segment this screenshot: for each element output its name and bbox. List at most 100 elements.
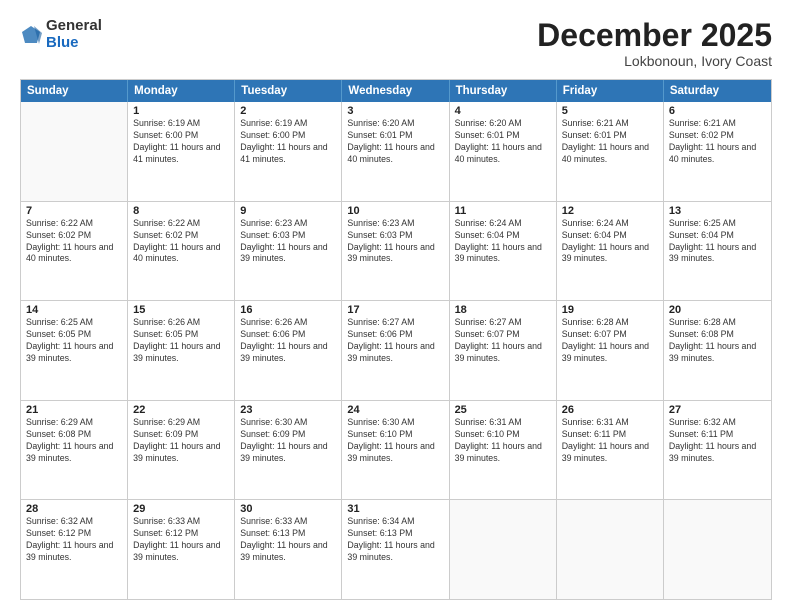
calendar-cell: 4Sunrise: 6:20 AM Sunset: 6:01 PM Daylig… <box>450 102 557 201</box>
day-number: 25 <box>455 404 551 416</box>
cell-info: Sunrise: 6:29 AM Sunset: 6:09 PM Dayligh… <box>133 417 229 465</box>
calendar-day-header: Sunday <box>21 80 128 102</box>
cell-info: Sunrise: 6:23 AM Sunset: 6:03 PM Dayligh… <box>240 218 336 266</box>
cell-info: Sunrise: 6:31 AM Sunset: 6:11 PM Dayligh… <box>562 417 658 465</box>
cell-info: Sunrise: 6:32 AM Sunset: 6:11 PM Dayligh… <box>669 417 766 465</box>
day-number: 19 <box>562 304 658 316</box>
calendar-cell: 21Sunrise: 6:29 AM Sunset: 6:08 PM Dayli… <box>21 401 128 500</box>
cell-info: Sunrise: 6:24 AM Sunset: 6:04 PM Dayligh… <box>562 218 658 266</box>
calendar-cell: 10Sunrise: 6:23 AM Sunset: 6:03 PM Dayli… <box>342 202 449 301</box>
calendar-cell: 16Sunrise: 6:26 AM Sunset: 6:06 PM Dayli… <box>235 301 342 400</box>
day-number: 8 <box>133 205 229 217</box>
calendar: SundayMondayTuesdayWednesdayThursdayFrid… <box>20 79 772 600</box>
calendar-cell: 26Sunrise: 6:31 AM Sunset: 6:11 PM Dayli… <box>557 401 664 500</box>
cell-info: Sunrise: 6:27 AM Sunset: 6:07 PM Dayligh… <box>455 317 551 365</box>
cell-info: Sunrise: 6:32 AM Sunset: 6:12 PM Dayligh… <box>26 516 122 564</box>
day-number: 6 <box>669 105 766 117</box>
day-number: 24 <box>347 404 443 416</box>
calendar-cell: 29Sunrise: 6:33 AM Sunset: 6:12 PM Dayli… <box>128 500 235 599</box>
day-number: 27 <box>669 404 766 416</box>
calendar-cell: 9Sunrise: 6:23 AM Sunset: 6:03 PM Daylig… <box>235 202 342 301</box>
cell-info: Sunrise: 6:20 AM Sunset: 6:01 PM Dayligh… <box>347 118 443 166</box>
day-number: 1 <box>133 105 229 117</box>
calendar-day-header: Tuesday <box>235 80 342 102</box>
calendar-cell <box>450 500 557 599</box>
calendar-cell: 15Sunrise: 6:26 AM Sunset: 6:05 PM Dayli… <box>128 301 235 400</box>
cell-info: Sunrise: 6:25 AM Sunset: 6:05 PM Dayligh… <box>26 317 122 365</box>
calendar-cell: 24Sunrise: 6:30 AM Sunset: 6:10 PM Dayli… <box>342 401 449 500</box>
cell-info: Sunrise: 6:33 AM Sunset: 6:12 PM Dayligh… <box>133 516 229 564</box>
cell-info: Sunrise: 6:33 AM Sunset: 6:13 PM Dayligh… <box>240 516 336 564</box>
logo-general-text: General <box>46 18 102 35</box>
day-number: 22 <box>133 404 229 416</box>
calendar-cell: 20Sunrise: 6:28 AM Sunset: 6:08 PM Dayli… <box>664 301 771 400</box>
calendar-cell: 17Sunrise: 6:27 AM Sunset: 6:06 PM Dayli… <box>342 301 449 400</box>
cell-info: Sunrise: 6:19 AM Sunset: 6:00 PM Dayligh… <box>133 118 229 166</box>
cell-info: Sunrise: 6:28 AM Sunset: 6:08 PM Dayligh… <box>669 317 766 365</box>
calendar-week-row: 21Sunrise: 6:29 AM Sunset: 6:08 PM Dayli… <box>21 400 771 500</box>
calendar-cell: 23Sunrise: 6:30 AM Sunset: 6:09 PM Dayli… <box>235 401 342 500</box>
cell-info: Sunrise: 6:19 AM Sunset: 6:00 PM Dayligh… <box>240 118 336 166</box>
header: General Blue December 2025 Lokbonoun, Iv… <box>20 18 772 69</box>
cell-info: Sunrise: 6:25 AM Sunset: 6:04 PM Dayligh… <box>669 218 766 266</box>
day-number: 10 <box>347 205 443 217</box>
calendar-cell: 22Sunrise: 6:29 AM Sunset: 6:09 PM Dayli… <box>128 401 235 500</box>
calendar-week-row: 28Sunrise: 6:32 AM Sunset: 6:12 PM Dayli… <box>21 499 771 599</box>
cell-info: Sunrise: 6:21 AM Sunset: 6:02 PM Dayligh… <box>669 118 766 166</box>
day-number: 11 <box>455 205 551 217</box>
calendar-cell: 7Sunrise: 6:22 AM Sunset: 6:02 PM Daylig… <box>21 202 128 301</box>
calendar-cell: 25Sunrise: 6:31 AM Sunset: 6:10 PM Dayli… <box>450 401 557 500</box>
calendar-cell: 14Sunrise: 6:25 AM Sunset: 6:05 PM Dayli… <box>21 301 128 400</box>
cell-info: Sunrise: 6:29 AM Sunset: 6:08 PM Dayligh… <box>26 417 122 465</box>
calendar-cell: 12Sunrise: 6:24 AM Sunset: 6:04 PM Dayli… <box>557 202 664 301</box>
day-number: 28 <box>26 503 122 515</box>
cell-info: Sunrise: 6:30 AM Sunset: 6:09 PM Dayligh… <box>240 417 336 465</box>
calendar-cell: 13Sunrise: 6:25 AM Sunset: 6:04 PM Dayli… <box>664 202 771 301</box>
day-number: 26 <box>562 404 658 416</box>
calendar-day-header: Monday <box>128 80 235 102</box>
cell-info: Sunrise: 6:26 AM Sunset: 6:06 PM Dayligh… <box>240 317 336 365</box>
calendar-cell: 28Sunrise: 6:32 AM Sunset: 6:12 PM Dayli… <box>21 500 128 599</box>
cell-info: Sunrise: 6:22 AM Sunset: 6:02 PM Dayligh… <box>133 218 229 266</box>
cell-info: Sunrise: 6:34 AM Sunset: 6:13 PM Dayligh… <box>347 516 443 564</box>
calendar-header: SundayMondayTuesdayWednesdayThursdayFrid… <box>21 80 771 102</box>
day-number: 15 <box>133 304 229 316</box>
day-number: 18 <box>455 304 551 316</box>
day-number: 2 <box>240 105 336 117</box>
day-number: 4 <box>455 105 551 117</box>
calendar-day-header: Thursday <box>450 80 557 102</box>
calendar-cell: 18Sunrise: 6:27 AM Sunset: 6:07 PM Dayli… <box>450 301 557 400</box>
calendar-cell: 30Sunrise: 6:33 AM Sunset: 6:13 PM Dayli… <box>235 500 342 599</box>
calendar-week-row: 1Sunrise: 6:19 AM Sunset: 6:00 PM Daylig… <box>21 102 771 201</box>
calendar-week-row: 7 Sunrise: 6:22 AM Sunset: 6:02 PM Daylig… <box>21 201 771 301</box>
calendar-body: 1Sunrise: 6:19 AM Sunset: 6:00 PM Daylig… <box>21 102 771 599</box>
day-number: 16 <box>240 304 336 316</box>
day-number: 14 <box>26 304 122 316</box>
month-title: December 2025 <box>537 18 772 53</box>
cell-info: Sunrise: 6:24 AM Sunset: 6:04 PM Dayligh… <box>455 218 551 266</box>
cell-info: Sunrise: 6:27 AM Sunset: 6:06 PM Dayligh… <box>347 317 443 365</box>
cell-info: Sunrise: 6:30 AM Sunset: 6:10 PM Dayligh… <box>347 417 443 465</box>
logo-text: General Blue <box>46 18 102 51</box>
day-number: 13 <box>669 205 766 217</box>
calendar-week-row: 14Sunrise: 6:25 AM Sunset: 6:05 PM Dayli… <box>21 300 771 400</box>
day-number: 21 <box>26 404 122 416</box>
calendar-cell: 2Sunrise: 6:19 AM Sunset: 6:00 PM Daylig… <box>235 102 342 201</box>
calendar-cell: 27Sunrise: 6:32 AM Sunset: 6:11 PM Dayli… <box>664 401 771 500</box>
title-block: December 2025 Lokbonoun, Ivory Coast <box>537 18 772 69</box>
cell-info: Sunrise: 6:31 AM Sunset: 6:10 PM Dayligh… <box>455 417 551 465</box>
day-number: 20 <box>669 304 766 316</box>
day-number: 29 <box>133 503 229 515</box>
day-number: 30 <box>240 503 336 515</box>
location: Lokbonoun, Ivory Coast <box>537 53 772 69</box>
calendar-cell: 5Sunrise: 6:21 AM Sunset: 6:01 PM Daylig… <box>557 102 664 201</box>
calendar-cell: 1Sunrise: 6:19 AM Sunset: 6:00 PM Daylig… <box>128 102 235 201</box>
day-number: 31 <box>347 503 443 515</box>
calendar-cell: 3Sunrise: 6:20 AM Sunset: 6:01 PM Daylig… <box>342 102 449 201</box>
calendar-day-header: Saturday <box>664 80 771 102</box>
calendar-cell: 11Sunrise: 6:24 AM Sunset: 6:04 PM Dayli… <box>450 202 557 301</box>
day-number: 17 <box>347 304 443 316</box>
calendar-cell <box>557 500 664 599</box>
day-number: 7 <box>26 205 122 217</box>
cell-info: Sunrise: 6:26 AM Sunset: 6:05 PM Dayligh… <box>133 317 229 365</box>
